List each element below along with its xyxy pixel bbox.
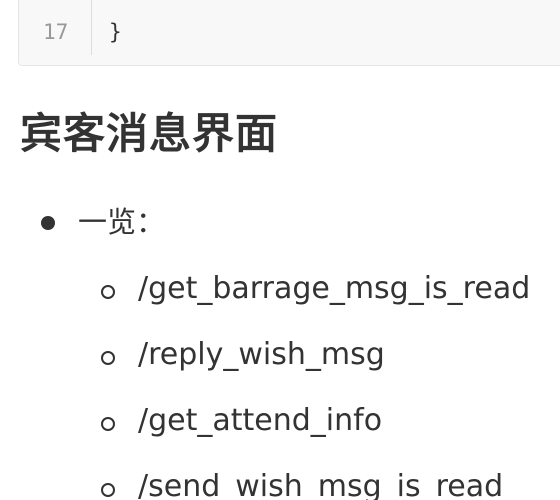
bullet-disc-icon	[41, 216, 55, 230]
bullet-circle-icon	[101, 483, 115, 497]
section-heading: 宾客消息界面	[20, 109, 279, 158]
nested-list-item: /get_attend_info	[0, 397, 560, 457]
endpoint-label: /get_attend_info	[138, 403, 383, 438]
endpoint-label: /send_wish_msg_is_read	[138, 469, 504, 500]
code-line: }	[109, 20, 122, 44]
endpoint-label: /get_barrage_msg_is_read	[138, 271, 531, 306]
list-item-label: 一览：	[78, 205, 166, 239]
code-gutter: 17	[19, 0, 91, 65]
bullet-circle-icon	[101, 285, 115, 299]
nested-list-item: /send_wish_msg_is_read	[0, 463, 560, 500]
nested-list-item: /reply_wish_msg	[0, 331, 560, 391]
bullet-circle-icon	[101, 351, 115, 365]
nested-list-item: /get_barrage_msg_is_read	[0, 265, 560, 325]
bullet-circle-icon	[101, 417, 115, 431]
list-item: 一览：	[0, 196, 560, 252]
line-number: 17	[43, 20, 69, 44]
gutter-divider	[91, 0, 92, 55]
endpoint-label: /reply_wish_msg	[138, 337, 385, 372]
code-block: 17 }	[18, 0, 560, 66]
